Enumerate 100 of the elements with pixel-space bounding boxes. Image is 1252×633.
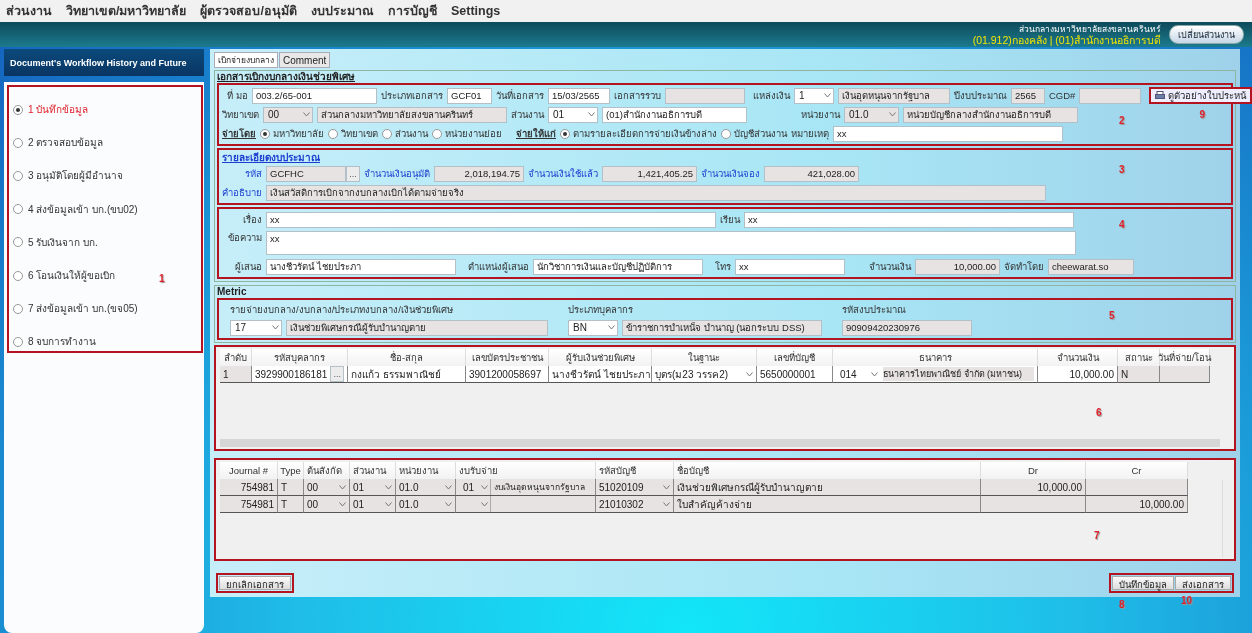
dropdown-cell[interactable]: บุตร(ม23 วรรค2) (652, 366, 757, 383)
radio-button[interactable] (13, 237, 23, 248)
cancel-document-button[interactable]: ยกเลิกเอกสาร (219, 576, 291, 590)
readonly-field[interactable]: cheewarat.so (1048, 258, 1134, 275)
radio-button[interactable] (721, 128, 731, 139)
radio-button[interactable] (13, 303, 23, 314)
input-field[interactable]: xx (833, 125, 1063, 142)
radio-button[interactable] (382, 128, 392, 139)
workflow-step[interactable]: 5 รับเงินจาก บก. (13, 236, 98, 249)
input-field[interactable]: xx (744, 211, 1074, 228)
radio-button[interactable] (13, 137, 23, 148)
dropdown[interactable]: 1 (794, 87, 834, 104)
column-header: ชื่อ-สกุล (348, 349, 466, 366)
dropdown-cell[interactable]: 01 (350, 496, 396, 513)
field-label: รายจ่ายงบกลาง/งบกลาง/ประเภทงบกลาง/เงินช่วยพิเศษ (230, 303, 454, 317)
readonly-field[interactable]: 1,421,405.25 (602, 165, 697, 182)
readonly-field[interactable]: GCFHC (266, 165, 346, 182)
workflow-step[interactable]: 6 โอนเงินให้ผู้ขอเบิก (13, 269, 116, 282)
dropdown-cell[interactable]: 00 (304, 496, 350, 513)
radio-option[interactable]: ส่วนงาน (382, 126, 428, 141)
dropdown-cell[interactable]: 01.0 (396, 496, 456, 513)
workflow-step[interactable]: 2 ตรวจสอบข้อมูล (13, 136, 104, 149)
menu-item[interactable]: การบัญชี (387, 1, 437, 21)
column-header: Journal # (220, 462, 278, 479)
readonly-field[interactable] (1079, 87, 1142, 104)
radio-button[interactable] (13, 170, 23, 181)
workflow-step[interactable]: 4 ส่งข้อมูลเข้า บก.(ขบ02) (13, 203, 138, 216)
radio-button[interactable] (560, 128, 570, 139)
readonly-field[interactable]: หน่วยบัญชีกลางสำนักงานอธิการบดี (903, 106, 1078, 123)
dropdown-cell[interactable]: 01.0 (396, 479, 456, 496)
radio-option[interactable]: มหาวิทยาลัย (260, 126, 324, 141)
lookup-button[interactable]: ... (346, 165, 360, 182)
preview-button[interactable]: ดูตัวอย่างใบประหน้ (1149, 87, 1252, 104)
dropdown[interactable]: 17 (230, 319, 282, 336)
dropdown[interactable]: 01.0 (844, 106, 899, 123)
annotation-number: 10 (1181, 595, 1193, 606)
tab[interactable]: Comment (279, 52, 331, 68)
dropdown[interactable]: 00 (263, 106, 313, 123)
dropdown-cell[interactable]: 51020109 (596, 479, 674, 496)
readonly-field[interactable]: ข้าราชการบำเหน็จ บำนาญ (นอกระบบ DSS) (622, 319, 822, 336)
radio-button[interactable] (13, 336, 23, 347)
dropdown[interactable]: BN (568, 319, 618, 336)
readonly-field[interactable]: 421,028.00 (764, 165, 859, 182)
input-field[interactable]: xx (266, 231, 1076, 255)
input-field[interactable]: xx (735, 258, 845, 275)
menu-item[interactable]: ส่วนงาน (6, 1, 52, 21)
input-field[interactable]: 003.2/65-001 (252, 87, 377, 104)
dropdown-cell[interactable]: 00 (304, 479, 350, 496)
menu-item[interactable]: Settings (450, 4, 501, 18)
readonly-field[interactable]: ส่วนกลางมหาวิทยาลัยสงขลานครินทร์ (317, 106, 507, 123)
radio-button[interactable] (260, 128, 270, 139)
menu-item[interactable]: วิทยาเขต/มหาวิทยาลัย (66, 1, 187, 21)
menu-item[interactable]: งบประมาณ (310, 1, 374, 21)
readonly-field[interactable] (665, 87, 745, 104)
readonly-field[interactable]: เงินช่วยพิเศษกรณีผู้รับบำนาญตาย (286, 319, 548, 336)
field-label: จำนวนเงิน (869, 260, 911, 274)
send-document-button[interactable]: ส่งเอกสาร (1175, 576, 1231, 590)
input-field[interactable]: GCF01 (447, 87, 492, 104)
staff-id: 3929900186181 (255, 368, 328, 380)
caret-icon (608, 325, 615, 330)
workflow-step[interactable]: 8 จบการทำงาน (13, 335, 97, 348)
readonly-field[interactable]: 90909420230976 (842, 319, 972, 336)
horizontal-scrollbar[interactable] (220, 439, 1220, 447)
column-header: ลำดับ (220, 349, 252, 366)
radio-button[interactable] (432, 128, 442, 139)
radio-button[interactable] (13, 104, 23, 115)
workflow-step[interactable]: 7 ส่งข้อมูลเข้า บก.(ขจ05) (13, 302, 138, 315)
workflow-step[interactable]: 1 บันทึกข้อมูล (13, 103, 89, 116)
input-field[interactable]: นางชีวรัตน์ ไชยประภา (266, 258, 456, 275)
input-field[interactable]: (01)สำนักงานอธิการบดี (602, 106, 747, 123)
readonly-field[interactable]: เงินสวัสดิการเบิกจากงบกลางเบิกได้ตามจ่ายจริง (266, 184, 1046, 201)
lookup-button[interactable]: ... (330, 366, 345, 382)
dropdown[interactable]: 01 (548, 106, 598, 123)
switch-unit-button[interactable]: เปลี่ยนส่วนงาน (1169, 25, 1244, 44)
field-label: จัดทำโดย (1004, 260, 1044, 274)
table-cell: N (1118, 366, 1160, 383)
column-header: ธนาคาร (833, 349, 1038, 366)
radio-button[interactable] (13, 270, 23, 281)
radio-option[interactable]: บัญชีส่วนงาน (721, 126, 787, 141)
radio-option[interactable]: หน่วยงานย่อย (432, 126, 502, 141)
table-cell: 754981 (220, 496, 278, 513)
caret-icon (445, 484, 452, 490)
table-cell: 10,000.00 (1086, 496, 1188, 513)
menu-item[interactable]: ผู้ตรวจสอบ/อนุมัติ (200, 1, 297, 21)
readonly-field[interactable]: 2,018,194.75 (434, 165, 524, 182)
save-button[interactable]: บันทึกข้อมูล (1112, 576, 1174, 590)
workflow-step[interactable]: 3 อนุมัติโดยผู้มีอำนาจ (13, 169, 124, 182)
dropdown-cell[interactable]: 01 (350, 479, 396, 496)
radio-button[interactable] (328, 128, 338, 139)
input-field[interactable]: นักวิชาการเงินและบัญชีปฏิบัติการ (533, 258, 703, 275)
readonly-field[interactable]: 10,000.00 (915, 258, 1000, 275)
tab[interactable]: เบิกจ่ายงบกลาง (214, 52, 278, 68)
readonly-field[interactable]: เงินอุดหนุนจากรัฐบาล (838, 87, 950, 104)
radio-button[interactable] (13, 204, 23, 215)
input-field[interactable]: xx (266, 211, 716, 228)
input-field[interactable]: 15/03/2565 (548, 87, 610, 104)
radio-option[interactable]: วิทยาเขต (328, 126, 378, 141)
radio-option[interactable]: ตามรายละเอียดการจ่ายเงินข้างล่าง (560, 126, 717, 141)
dropdown-cell[interactable]: 21010302 (596, 496, 674, 513)
readonly-field[interactable]: 2565 (1011, 87, 1045, 104)
